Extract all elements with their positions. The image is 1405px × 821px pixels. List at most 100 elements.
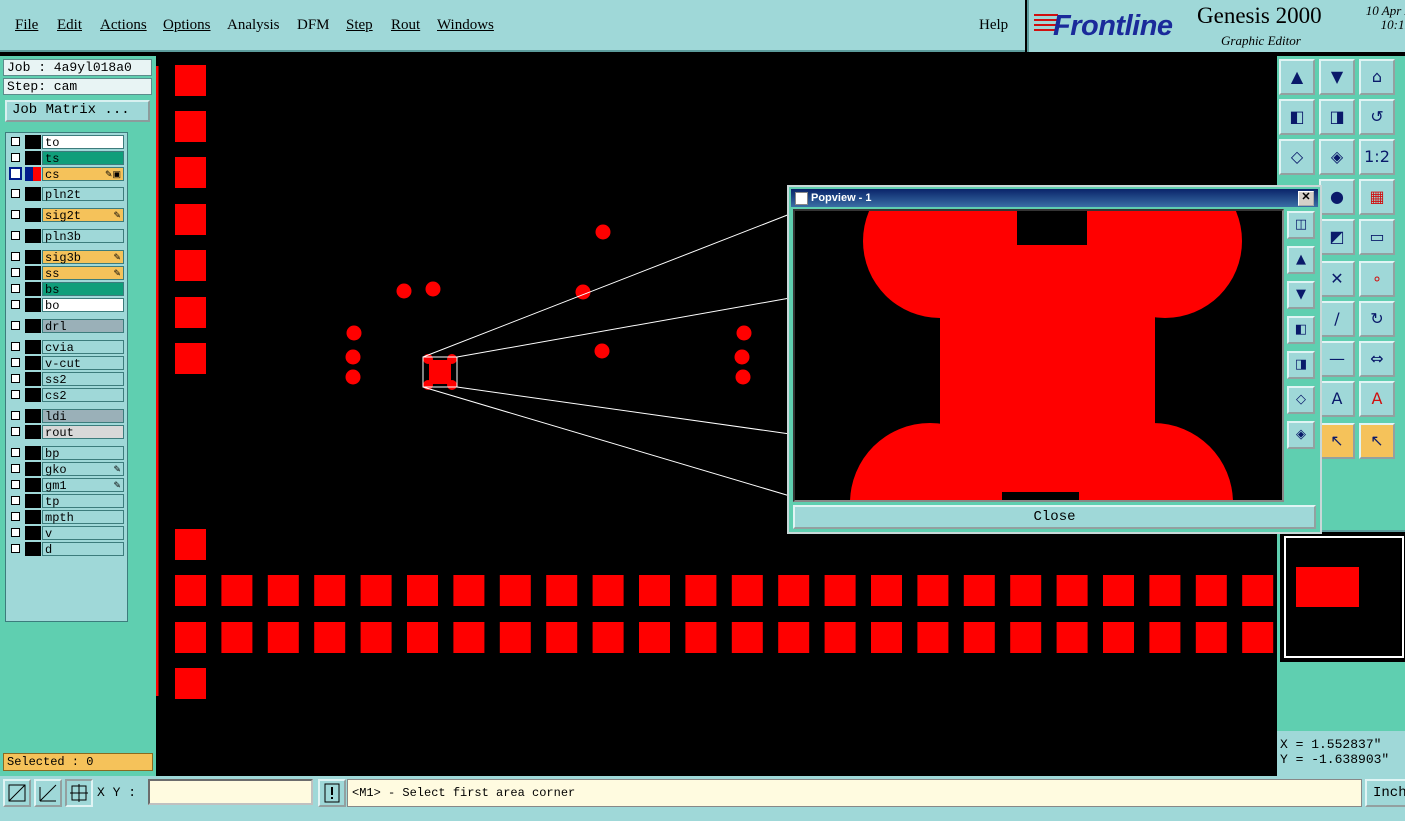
layer-checkbox[interactable] bbox=[11, 268, 20, 277]
layer-checkbox[interactable] bbox=[11, 512, 20, 521]
layer-checkbox[interactable] bbox=[11, 321, 20, 330]
layer-row-ldi[interactable]: ldi bbox=[8, 409, 126, 424]
pop-fit-button[interactable]: ◇ bbox=[1287, 386, 1315, 414]
layer-name[interactable]: sig2t ✎ bbox=[42, 208, 124, 223]
layer-color-swatch[interactable] bbox=[25, 208, 41, 222]
layer-name[interactable]: tp bbox=[42, 494, 124, 509]
layer-color-swatch[interactable] bbox=[25, 187, 41, 201]
pan-right-button[interactable]: ◨ bbox=[1319, 99, 1355, 135]
layer-row-gm1[interactable]: gm1 ✎ bbox=[8, 478, 126, 493]
layer-row-v[interactable]: v bbox=[8, 526, 126, 541]
ruler-button[interactable]: ▭ bbox=[1359, 219, 1395, 255]
layer-name[interactable]: pln2t bbox=[42, 187, 124, 202]
zoom-down-button[interactable]: ▼ bbox=[1319, 59, 1355, 95]
layer-name[interactable]: ss ✎ bbox=[42, 266, 124, 281]
alert-button[interactable] bbox=[318, 779, 346, 807]
layer-row-to[interactable]: to bbox=[8, 135, 126, 150]
grid-button[interactable] bbox=[65, 779, 93, 807]
layer-name[interactable]: pln3b bbox=[42, 229, 124, 244]
layer-color-swatch[interactable] bbox=[25, 425, 41, 439]
layer-color-swatch[interactable] bbox=[25, 229, 41, 243]
zoom-area-button[interactable] bbox=[3, 779, 31, 807]
menu-help[interactable]: Help bbox=[979, 17, 1008, 34]
layer-row-bp[interactable]: bp bbox=[8, 446, 126, 461]
layer-row-pln2t[interactable]: pln2t bbox=[8, 187, 126, 202]
menu-edit[interactable]: Edit bbox=[57, 17, 82, 34]
layer-name[interactable]: to bbox=[42, 135, 124, 150]
layer-checkbox[interactable] bbox=[11, 480, 20, 489]
fit-button[interactable]: ◇ bbox=[1279, 139, 1315, 175]
layer-checkbox[interactable] bbox=[11, 528, 20, 537]
layer-row-sig3b[interactable]: sig3b ✎ bbox=[8, 250, 126, 265]
layer-color-swatch[interactable] bbox=[25, 135, 41, 149]
select-button[interactable]: ↖ bbox=[1319, 423, 1355, 459]
snap-point-button[interactable]: ∘ bbox=[1359, 261, 1395, 297]
layer-name[interactable]: bp bbox=[42, 446, 124, 461]
layer-name[interactable]: cs2 bbox=[42, 388, 124, 403]
layer-row-drl[interactable]: drl bbox=[8, 319, 126, 334]
cross-button[interactable]: ✕ bbox=[1319, 261, 1355, 297]
layer-color-swatch[interactable] bbox=[25, 494, 41, 508]
layer-name[interactable]: sig3b ✎ bbox=[42, 250, 124, 265]
layer-color-swatch[interactable] bbox=[25, 266, 41, 280]
layer-color-swatch[interactable] bbox=[33, 167, 41, 181]
xy-input[interactable] bbox=[148, 779, 313, 805]
menu-options[interactable]: Options bbox=[163, 17, 211, 34]
layer-row-cs[interactable]: cs ✎▣ bbox=[8, 167, 126, 182]
pop-pan-right-button[interactable]: ◨ bbox=[1287, 351, 1315, 379]
layer-row-ss2[interactable]: ss2 bbox=[8, 372, 126, 387]
layer-name[interactable]: gko ✎ bbox=[42, 462, 124, 477]
menu-actions[interactable]: Actions bbox=[100, 17, 147, 34]
layer-color-swatch[interactable] bbox=[25, 462, 41, 476]
layer-name[interactable]: ldi bbox=[42, 409, 124, 424]
layer-row-mpth[interactable]: mpth bbox=[8, 510, 126, 525]
pop-zoom-in-button[interactable]: ▲ bbox=[1287, 246, 1315, 274]
layer-checkbox[interactable] bbox=[11, 284, 20, 293]
layer-color-swatch[interactable] bbox=[25, 409, 41, 423]
layer-color-swatch[interactable] bbox=[25, 372, 41, 386]
layer-color-swatch[interactable] bbox=[25, 542, 41, 556]
menu-analysis[interactable]: Analysis bbox=[227, 17, 280, 34]
layer-checkbox[interactable] bbox=[11, 252, 20, 261]
layer-row-bo[interactable]: bo bbox=[8, 298, 126, 313]
layer-row-cvia[interactable]: cvia bbox=[8, 340, 126, 355]
layer-name[interactable]: ts bbox=[42, 151, 124, 166]
home-button[interactable]: ⌂ bbox=[1359, 59, 1395, 95]
layer-checkbox[interactable] bbox=[11, 189, 20, 198]
pop-zoom-out-button[interactable]: ▼ bbox=[1287, 281, 1315, 309]
units-button[interactable]: Inch bbox=[1365, 779, 1405, 807]
layer-color-swatch[interactable] bbox=[25, 250, 41, 264]
pop-pan-left-button[interactable]: ◧ bbox=[1287, 316, 1315, 344]
layer-checkbox[interactable] bbox=[11, 464, 20, 473]
layer-checkbox[interactable] bbox=[11, 210, 20, 219]
layer-name[interactable]: bo bbox=[42, 298, 124, 313]
line-button[interactable]: / bbox=[1319, 301, 1355, 337]
job-matrix-button[interactable]: Job Matrix ... bbox=[5, 100, 150, 122]
layer-checkbox[interactable] bbox=[11, 390, 20, 399]
pan-left-button[interactable]: ◧ bbox=[1279, 99, 1315, 135]
layer-row-tp[interactable]: tp bbox=[8, 494, 126, 509]
zoom-up-button[interactable]: ▲ bbox=[1279, 59, 1315, 95]
layer-row-bs[interactable]: bs bbox=[8, 282, 126, 297]
overview-map[interactable] bbox=[1280, 530, 1405, 662]
measure-tool-button[interactable] bbox=[34, 779, 62, 807]
layer-name[interactable]: mpth bbox=[42, 510, 124, 525]
drc-button[interactable]: ▦ bbox=[1359, 179, 1395, 215]
layer-checkbox[interactable] bbox=[11, 153, 20, 162]
layer-row-gko[interactable]: gko ✎ bbox=[8, 462, 126, 477]
pop-window-button[interactable]: ◫ bbox=[1287, 211, 1315, 239]
layer-row-sig2t[interactable]: sig2t ✎ bbox=[8, 208, 126, 223]
close-icon[interactable]: ✕ bbox=[1298, 191, 1314, 206]
shape-a-red-button[interactable]: A bbox=[1359, 381, 1395, 417]
menu-step[interactable]: Step bbox=[346, 17, 373, 34]
layer-color-swatch[interactable] bbox=[25, 356, 41, 370]
layer-row-rout[interactable]: rout bbox=[8, 425, 126, 440]
measure-area-button[interactable]: ◩ bbox=[1319, 219, 1355, 255]
layer-color-swatch[interactable] bbox=[25, 446, 41, 460]
layer-color-swatch[interactable] bbox=[25, 282, 41, 296]
layer-checkbox[interactable] bbox=[11, 300, 20, 309]
snap-button[interactable]: ● bbox=[1319, 179, 1355, 215]
layer-name[interactable]: gm1 ✎ bbox=[42, 478, 124, 493]
layer-name[interactable]: cvia bbox=[42, 340, 124, 355]
select-orange-button[interactable]: ↖ bbox=[1359, 423, 1395, 459]
